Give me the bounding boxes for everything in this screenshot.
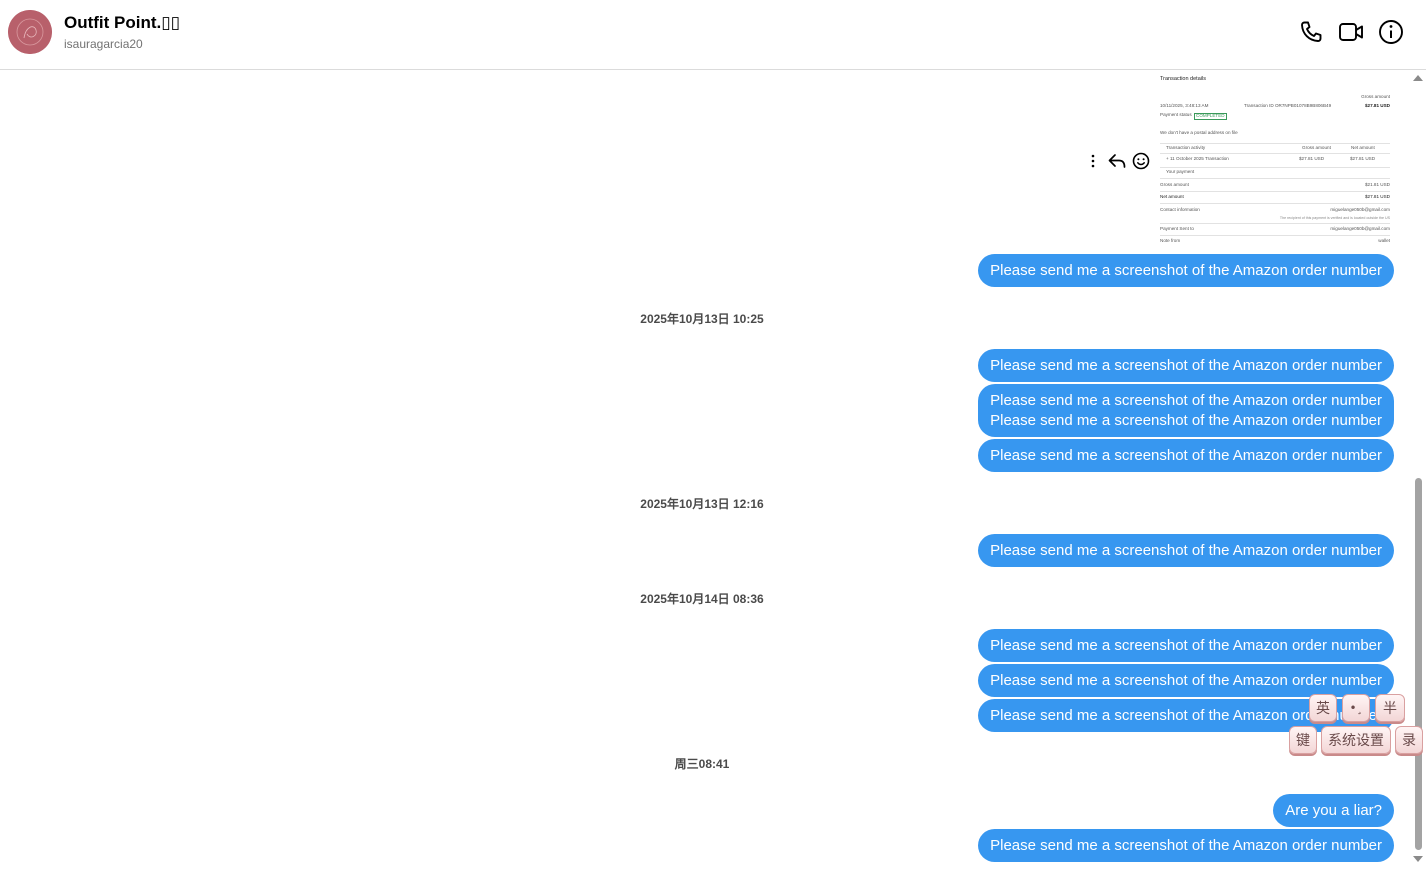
timestamp: 2025年10月13日 10:25 <box>640 312 764 326</box>
tx-activity-net: $27.81 USD <box>1350 156 1376 161</box>
avatar-image <box>8 10 52 54</box>
tx-net-label: Net amount <box>1160 194 1184 199</box>
ime-keyboard-button[interactable]: 键 <box>1289 726 1317 754</box>
scroll-up-arrow-icon[interactable] <box>1413 75 1423 81</box>
message-bubble[interactable]: Please send me a screenshot of the Amazo… <box>978 254 1394 287</box>
info-icon[interactable] <box>1378 19 1404 45</box>
chat-username: isauragarcia20 <box>64 37 143 51</box>
video-call-icon[interactable] <box>1338 19 1364 45</box>
tx-status-label: Payment status <box>1160 112 1192 117</box>
tx-status-badge: COMPLETED <box>1194 113 1227 120</box>
tx-id: Transaction ID OR7NPB01078B9B806B49 <box>1244 103 1332 108</box>
tx-note-value: wallet <box>1378 238 1390 243</box>
tx-heading: Transaction details <box>1160 76 1206 82</box>
message-bubble[interactable]: Please send me a screenshot of the Amazo… <box>978 629 1394 662</box>
emoji-react-icon[interactable] <box>1130 150 1152 172</box>
more-options-icon[interactable] <box>1082 150 1104 172</box>
ime-settings-button[interactable]: 系统设置 <box>1321 726 1391 754</box>
tx-amount: $27.81 USD <box>1364 103 1390 108</box>
shared-image-transaction[interactable]: Transaction details Gross amount 10/11/2… <box>1156 71 1394 247</box>
chat-title[interactable]: Outfit Point.▯▯ <box>64 13 180 33</box>
timestamp: 2025年10月14日 08:36 <box>640 592 764 606</box>
tx-gross-label: Gross amount <box>1160 182 1189 187</box>
ime-language-toggle[interactable]: 英 <box>1309 694 1337 722</box>
chat-header: Outfit Point.▯▯ isauragarcia20 <box>0 0 1426 70</box>
tx-sent-to-label: Payment Sent to <box>1160 226 1194 231</box>
tx-date: 10/11/2025, 3:48:13 AM <box>1160 103 1209 108</box>
message-bubble[interactable]: Please send me a screenshot of the Amazo… <box>978 439 1394 472</box>
phone-call-icon[interactable] <box>1298 19 1324 45</box>
tx-gross-value: $21.81 USD <box>1364 182 1390 187</box>
timestamp: 周三08:41 <box>674 757 730 771</box>
tx-sent-to-value: miguelange050b@gmail.com <box>1330 226 1390 231</box>
tx-contact-label: Contact information <box>1160 207 1200 212</box>
timestamp: 2025年10月13日 12:16 <box>640 497 764 511</box>
message-bubble[interactable]: Please send me a screenshot of the Amazo… <box>978 349 1394 382</box>
tx-note-label: Note from <box>1160 238 1181 243</box>
tx-activity-gross: $27.81 USD <box>1299 156 1325 161</box>
tx-postal-note: We don't have a postal address on file <box>1160 130 1238 135</box>
ime-punctuation-toggle[interactable]: •¸ <box>1342 694 1370 722</box>
tx-your-payment: Your payment <box>1166 169 1195 174</box>
tx-recipient-note: The recipient of this payment is verifie… <box>1279 216 1390 220</box>
tx-col-activity: Transaction activity <box>1166 145 1206 150</box>
ime-record-button[interactable]: 录 <box>1395 726 1423 754</box>
tx-gross-label-top: Gross amount <box>1361 94 1390 99</box>
tx-col-gross: Gross amount <box>1302 145 1331 150</box>
avatar[interactable] <box>8 10 52 54</box>
tx-net-value: $27.81 USD <box>1364 194 1390 199</box>
tx-activity-row: + 11 October 2025 Transaction <box>1166 156 1229 161</box>
scrollbar-thumb[interactable] <box>1415 478 1422 850</box>
message-bubble[interactable]: Please send me a screenshot of the Amazo… <box>978 384 1394 437</box>
scroll-down-arrow-icon[interactable] <box>1413 856 1423 862</box>
message-bubble[interactable]: Please send me a screenshot of the Amazo… <box>978 664 1394 697</box>
message-bubble[interactable]: Please send me a screenshot of the Amazo… <box>978 534 1394 567</box>
message-bubble[interactable]: Please send me a screenshot of the Amazo… <box>978 829 1394 862</box>
message-bubble[interactable]: Are you a liar? <box>1273 794 1394 827</box>
tx-col-net: Net amount <box>1351 145 1375 150</box>
tx-contact-value: miguelange050b@gmail.com <box>1330 207 1390 212</box>
reply-icon[interactable] <box>1106 150 1128 172</box>
ime-width-toggle[interactable]: 半 <box>1375 694 1405 722</box>
